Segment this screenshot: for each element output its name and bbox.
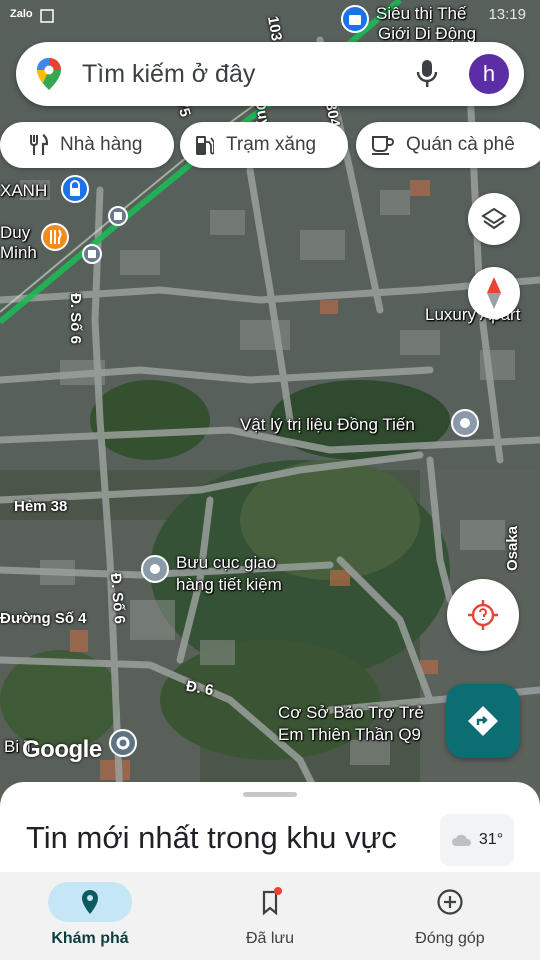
sheet-drag-handle[interactable]	[243, 792, 297, 797]
avatar[interactable]: h	[469, 54, 509, 94]
bottom-navigation: Khám phá Đã lưu Đóng góp	[0, 872, 540, 960]
chip-restaurant[interactable]: Nhà hàng	[0, 122, 174, 168]
chip-gas-station[interactable]: Trạm xăng	[180, 122, 348, 168]
road-label: Đ. Số 6	[66, 293, 84, 344]
place-label[interactable]: Vật lý trị liệu Đồng Tiến	[240, 414, 415, 435]
nav-saved[interactable]: Đã lưu	[180, 872, 360, 960]
map-view[interactable]: 103 75 Duy 304 so Đ. Số 6 Hẻm 38 Đ. Số 6…	[0, 0, 540, 800]
bus-stop-icon[interactable]	[82, 244, 102, 264]
temperature: 31°	[478, 831, 504, 848]
road-label: Hẻm 38	[14, 498, 68, 515]
status-bar: Zalo 13:19	[0, 0, 540, 32]
bus-stop-icon[interactable]	[108, 206, 128, 226]
road-label: Osaka	[504, 525, 522, 572]
directions-button[interactable]	[446, 684, 520, 758]
google-logo: Google	[22, 736, 102, 763]
maps-pin-icon	[37, 58, 61, 90]
place-label[interactable]: Bưu cục giao	[176, 552, 276, 573]
nav-label: Khám phá	[51, 930, 129, 947]
nav-label: Đã lưu	[245, 930, 295, 947]
lock-pin-icon[interactable]	[60, 174, 90, 204]
search-bar[interactable]: Tìm kiếm ở đây h	[16, 42, 524, 106]
place-pin-icon[interactable]	[140, 554, 170, 584]
layers-button[interactable]	[468, 193, 520, 245]
weather-badge[interactable]: 31°	[440, 814, 514, 866]
gear-pin-icon[interactable]	[108, 728, 138, 758]
chip-label: Nhà hàng	[60, 134, 143, 155]
sheet-title: Tin mới nhất trong khu vực	[26, 820, 397, 855]
chip-label: Quán cà phê	[406, 134, 515, 155]
restaurant-icon	[30, 134, 48, 155]
chip-label: Trạm xăng	[226, 134, 317, 155]
zalo-icon: Zalo	[10, 8, 33, 20]
compass-icon	[487, 277, 501, 309]
explore-pin-icon	[82, 890, 98, 914]
cloud-icon	[451, 834, 471, 846]
gas-station-icon	[196, 136, 214, 155]
nav-contribute[interactable]: Đóng góp	[360, 872, 540, 960]
place-label[interactable]: Minh	[0, 242, 37, 263]
location-target-icon	[468, 600, 498, 630]
directions-icon	[468, 706, 498, 736]
nav-explore[interactable]: Khám phá	[0, 872, 180, 960]
place-label[interactable]: Cơ Sở Bảo Trợ Trẻ	[278, 702, 424, 723]
restaurant-pin-icon[interactable]	[40, 222, 70, 252]
my-location-button[interactable]	[447, 579, 519, 651]
search-input[interactable]: Tìm kiếm ở đây	[82, 60, 255, 89]
chip-coffee[interactable]: Quán cà phê	[356, 122, 540, 168]
microphone-icon[interactable]	[416, 59, 438, 89]
coffee-icon	[372, 136, 394, 155]
place-label[interactable]: XANH	[0, 180, 47, 201]
add-circle-icon	[437, 889, 463, 915]
bottom-sheet[interactable]: Tin mới nhất trong khu vực 31°	[0, 782, 540, 882]
bookmark-icon	[262, 887, 282, 916]
layers-icon	[481, 207, 507, 230]
place-label[interactable]: Em Thiên Thần Q9	[278, 724, 421, 745]
road-label: Đường Số 4	[0, 610, 87, 627]
nav-label: Đóng góp	[415, 930, 485, 947]
compass-button[interactable]	[468, 267, 520, 319]
clock: 13:19	[488, 6, 526, 23]
place-label[interactable]: hàng tiết kiệm	[176, 574, 282, 595]
place-label[interactable]: Duy	[0, 222, 30, 243]
place-pin-icon[interactable]	[450, 408, 480, 438]
image-icon	[40, 9, 54, 23]
